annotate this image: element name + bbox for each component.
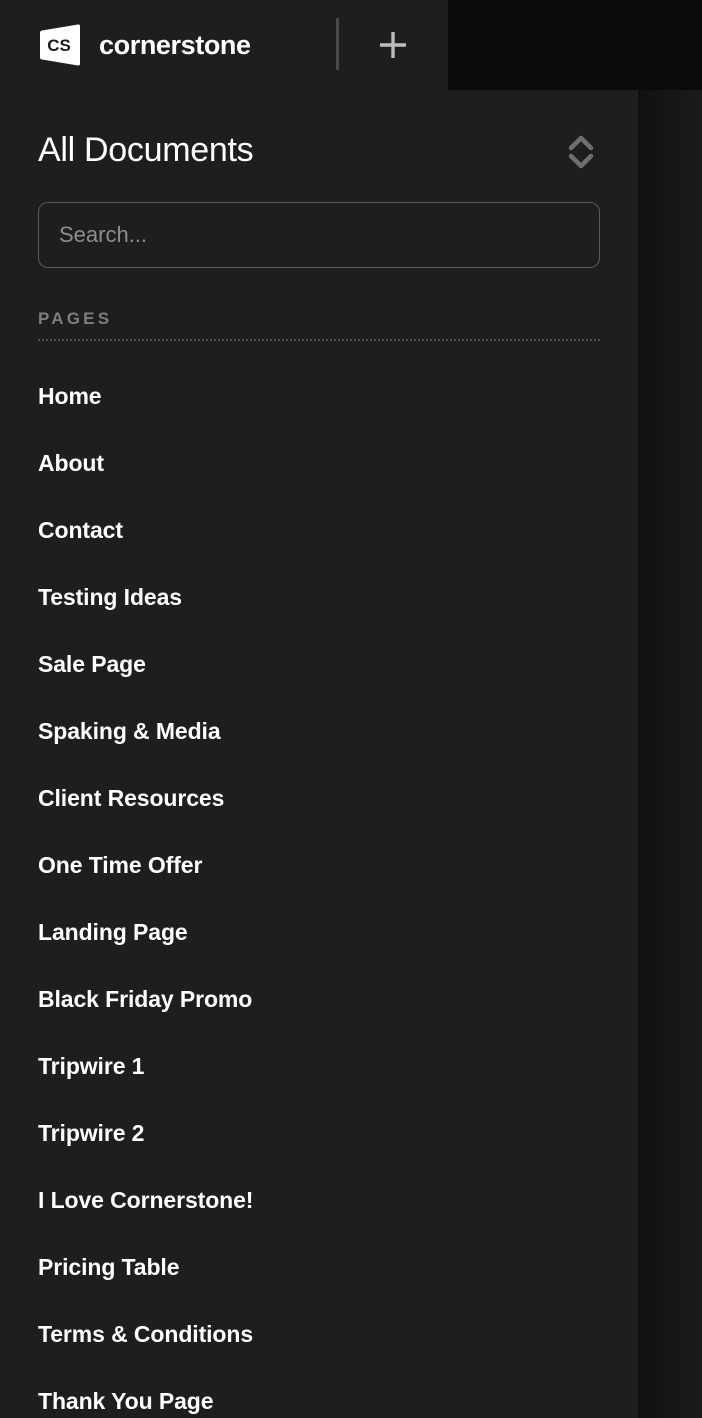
brand-wordmark: cornerstone	[99, 29, 251, 60]
page-list: Home About Contact Testing Ideas Sale Pa…	[0, 341, 638, 1418]
list-item[interactable]: Black Friday Promo	[38, 966, 600, 1033]
brand[interactable]: CS cornerstone	[37, 22, 251, 68]
top-bar: CS cornerstone	[0, 0, 448, 90]
backdrop-right	[638, 0, 702, 1418]
documents-panel: All Documents PAGES Home About Contact T…	[0, 90, 638, 1418]
list-item[interactable]: Client Resources	[38, 765, 600, 832]
plus-icon	[376, 28, 410, 62]
add-document-button[interactable]	[371, 23, 415, 67]
cornerstone-logo-icon: CS	[37, 22, 83, 68]
section-pages-header: PAGES	[0, 268, 638, 341]
list-item[interactable]: About	[38, 430, 600, 497]
section-label: PAGES	[38, 309, 113, 328]
search-input[interactable]	[38, 202, 600, 268]
sort-toggle-button[interactable]	[561, 132, 601, 172]
app-root: CS cornerstone All Documents Search... P…	[0, 0, 702, 1418]
search-container	[0, 172, 638, 268]
list-item[interactable]: Contact	[38, 497, 600, 564]
list-item[interactable]: Tripwire 2	[38, 1100, 600, 1167]
list-item[interactable]: Pricing Table	[38, 1234, 600, 1301]
topbar-divider	[336, 18, 339, 70]
topbar-dark-region	[448, 0, 702, 90]
page-title: All Documents	[38, 131, 254, 170]
list-item[interactable]: Sale Page	[38, 631, 600, 698]
list-item[interactable]: Landing Page	[38, 899, 600, 966]
list-item[interactable]: I Love Cornerstone!	[38, 1167, 600, 1234]
list-item[interactable]: Spaking & Media	[38, 698, 600, 765]
list-item[interactable]: Terms & Conditions	[38, 1301, 600, 1368]
chevron-up-down-icon	[564, 133, 598, 171]
list-item[interactable]: Testing Ideas	[38, 564, 600, 631]
panel-header: All Documents	[0, 90, 638, 172]
list-item[interactable]: Thank You Page	[38, 1368, 600, 1418]
svg-text:CS: CS	[47, 36, 71, 55]
list-item[interactable]: Tripwire 1	[38, 1033, 600, 1100]
list-item[interactable]: Home	[38, 363, 600, 430]
list-item[interactable]: One Time Offer	[38, 832, 600, 899]
